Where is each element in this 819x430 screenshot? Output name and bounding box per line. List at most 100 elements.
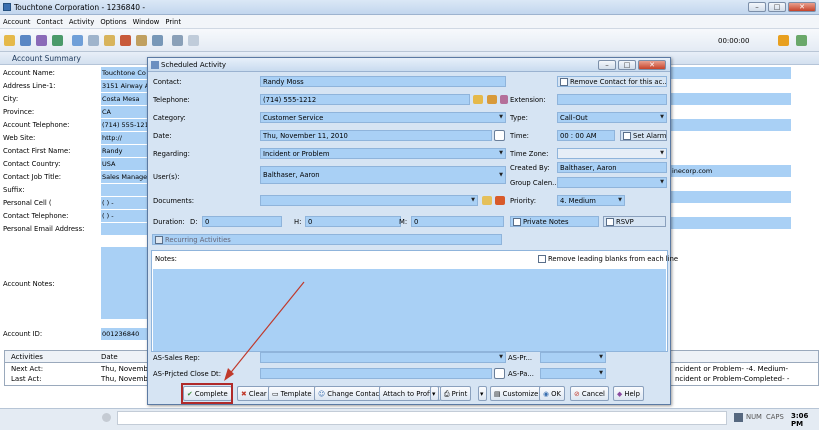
right-field-3[interactable] [671,119,791,131]
as-pa-dropdown[interactable]: ▼ [540,368,606,379]
phone-icon[interactable] [88,35,99,46]
account-field-value[interactable]: 3151 Airway A [101,80,149,92]
account-notes-field[interactable] [101,247,149,319]
set-alarm-checkbox[interactable]: Set Alarm [620,130,667,141]
right-field-2[interactable] [671,93,791,105]
template-button[interactable]: ▭ Template [268,386,316,401]
right-field-5[interactable] [671,191,791,203]
account-field-value[interactable]: http:// [101,132,149,144]
account-field-value[interactable] [101,184,149,196]
timezone-dropdown[interactable]: ▼ [557,148,667,159]
print-button[interactable]: ⎙ Print [440,386,472,401]
documents-dropdown[interactable]: ▼ [260,195,478,206]
account-field-value[interactable]: Costa Mesa [101,93,149,105]
notes-icon[interactable] [120,35,131,46]
folder-icon[interactable] [4,35,15,46]
account-id-field[interactable]: 001236840 [101,328,149,340]
chevron-down-icon: ▼ [471,197,475,203]
contact-field[interactable]: Randy Moss [260,76,506,87]
account-field-value[interactable]: CA [101,106,149,118]
private-notes-checkbox[interactable]: Private Notes [510,216,599,227]
change-contact-button[interactable]: ☺ Change Contact [314,386,386,401]
category-dropdown[interactable]: Customer Service ▼ [260,112,506,123]
hours-field[interactable]: 0 [305,216,401,227]
menu-window[interactable]: Window [130,15,163,26]
account-field-value[interactable]: ( ) - [101,210,149,222]
customize-button[interactable]: ▤ Customize [490,386,543,401]
rsvp-checkbox[interactable]: RSVP [603,216,666,227]
contact-icon[interactable] [20,35,31,46]
menu-activity[interactable]: Activity [66,15,97,26]
contacts-icon[interactable] [36,35,47,46]
dialog-minimize-button[interactable]: – [598,60,616,70]
close-button[interactable]: ✕ [788,2,816,12]
account-field-value[interactable]: (714) 555-121 [101,119,149,131]
check-icon[interactable] [72,35,83,46]
menu-contact[interactable]: Contact [33,15,65,26]
time-field[interactable]: 00 : 00 AM [557,130,615,141]
print-menu-button[interactable]: ▾ [478,386,487,401]
account-field-value[interactable] [101,223,149,235]
account-field-value[interactable]: Touchtone Co [101,67,149,79]
type-dropdown[interactable]: Call-Out ▼ [557,112,667,123]
priority-label: Priority: [510,197,536,205]
right-email-field[interactable]: inecorp.com [671,165,791,177]
attach-icon[interactable] [495,196,505,205]
globe-icon[interactable] [52,35,63,46]
created-by-field[interactable]: Balthaser, Aaron [557,162,667,173]
attach-menu-button[interactable]: ▾ [430,386,439,401]
calendar-picker-icon[interactable] [494,130,505,141]
users-field[interactable]: Balthaser, Aaron ▼ [260,166,506,184]
ok-button[interactable]: ◉ OK [539,386,565,401]
calendar-picker-icon[interactable] [494,368,505,379]
telephone-field[interactable]: (714) 555-1212 [260,94,470,105]
edit-icon[interactable] [136,35,147,46]
document-icon[interactable] [188,35,199,46]
date-field[interactable]: Thu, November 11, 2010 [260,130,492,141]
timezone-label: Time Zone: [510,150,549,158]
priority-dropdown[interactable]: 4. Medium ▼ [557,195,625,206]
book-icon[interactable] [152,35,163,46]
account-field-label: Account Name: [3,69,55,77]
play-icon[interactable] [778,35,789,46]
settings-icon[interactable] [796,35,807,46]
chevron-down-icon: ▼ [499,172,503,178]
group-calendar-dropdown[interactable]: ▼ [557,177,667,188]
num-lock-indicator: NUM [746,413,762,421]
account-field-value[interactable]: USA [101,158,149,170]
minimize-button[interactable]: – [748,2,766,12]
clear-button[interactable]: ✖ Clear [237,386,271,401]
dial-icon[interactable] [473,95,483,104]
extension-field[interactable] [557,94,667,105]
regarding-dropdown[interactable]: Incident or Problem ▼ [260,148,506,159]
cancel-button[interactable]: ⊘ Cancel [570,386,609,401]
minutes-field[interactable]: 0 [411,216,504,227]
account-field-value[interactable]: ( ) - [101,197,149,209]
open-folder-icon[interactable] [482,196,492,205]
transfer-icon[interactable] [500,95,508,104]
as-pr-dropdown[interactable]: ▼ [540,352,606,363]
status-icon [102,413,111,422]
days-field[interactable]: 0 [202,216,282,227]
menu-account[interactable]: Account [0,15,33,26]
help-button[interactable]: ◆ Help [613,386,644,401]
phone-book-icon[interactable] [487,95,497,104]
remove-blanks-checkbox[interactable]: Remove leading blanks from each line [538,255,678,263]
remove-contact-checkbox[interactable]: Remove Contact for this ac... [557,76,667,87]
account-field-value[interactable]: Sales Manage [101,171,149,183]
account-field-label: Contact Country: [3,160,61,168]
right-field-1[interactable] [671,67,791,79]
account-field-row: Contact Country: USA [0,158,150,171]
calendar-icon[interactable] [104,35,115,46]
dialog-close-button[interactable]: ✕ [638,60,666,70]
recurring-activities-checkbox[interactable]: Recurring Activities [152,234,502,245]
contact-icon: ☺ [318,390,326,398]
menu-print[interactable]: Print [162,15,184,26]
dialog-maximize-button[interactable]: □ [618,60,636,70]
duration-label: Duration: [153,218,185,226]
maximize-button[interactable]: □ [768,2,786,12]
printer-icon[interactable] [172,35,183,46]
account-field-value[interactable]: Randy [101,145,149,157]
menu-options[interactable]: Options [97,15,129,26]
right-field-6[interactable] [671,217,791,229]
